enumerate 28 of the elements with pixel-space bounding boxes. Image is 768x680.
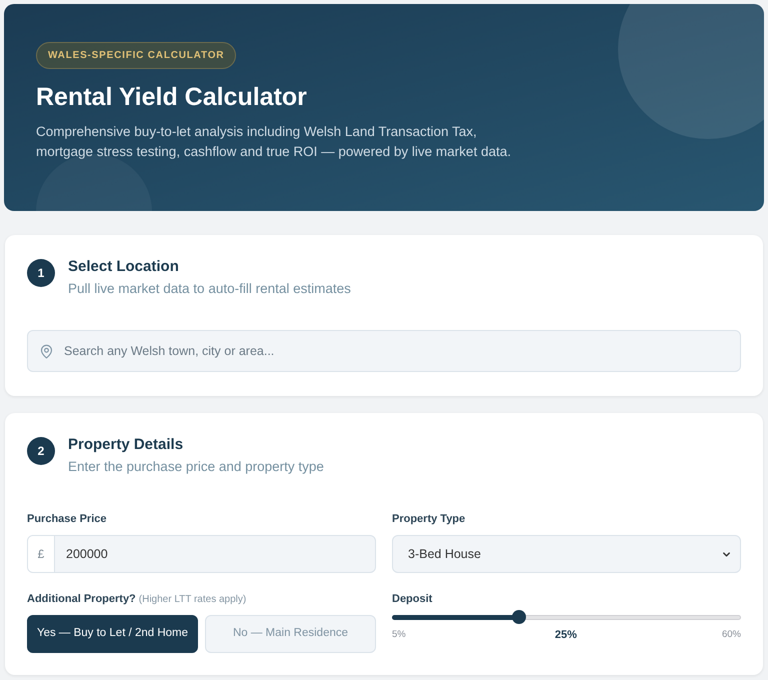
step-number-badge: 1 bbox=[27, 259, 55, 287]
deposit-slider-thumb[interactable] bbox=[512, 610, 526, 624]
location-search-field[interactable]: Search any Welsh town, city or area... bbox=[27, 330, 741, 372]
field-label: Property Type bbox=[392, 512, 466, 526]
step-subtitle: Enter the purchase price and property type bbox=[68, 458, 324, 476]
field-label: Deposit bbox=[392, 592, 432, 606]
field-note: (Higher LTT rates apply) bbox=[138, 593, 246, 607]
additional-property-option[interactable]: Yes — Buy to Let / 2nd Home bbox=[27, 615, 198, 653]
calculator-badge: WALES-SPECIFIC CALCULATOR bbox=[36, 42, 236, 69]
property-type-value: 3-Bed House bbox=[408, 546, 481, 563]
slider-max-label: 60% bbox=[722, 628, 741, 642]
slider-min-label: 5% bbox=[392, 628, 406, 642]
step-subtitle: Pull live market data to auto-fill rental estimates bbox=[68, 280, 351, 298]
field-label: Additional Property? bbox=[27, 592, 136, 606]
currency-prefix: £ bbox=[28, 536, 55, 572]
page-description: Comprehensive buy-to-let analysis including Welsh Land Transaction Tax, mortgage stress testing, cashflow and true ROI — powered by live market data. bbox=[36, 123, 512, 161]
purchase-price-value: 200000 bbox=[65, 546, 108, 563]
map-pin-icon bbox=[39, 344, 54, 358]
search-input[interactable]: Search any Welsh town, city or area... bbox=[64, 342, 729, 360]
step-title: Property Details bbox=[68, 435, 184, 455]
deposit-value: 25% bbox=[554, 628, 577, 643]
field-label: Purchase Price bbox=[27, 512, 106, 526]
step-number-badge: 2 bbox=[27, 437, 55, 465]
deposit-slider-track[interactable] bbox=[392, 610, 741, 624]
purchase-price-field[interactable]: £ 200000 bbox=[27, 535, 376, 573]
step-title: Select Location bbox=[68, 257, 179, 277]
property-type-select[interactable]: 3-Bed House bbox=[392, 535, 741, 573]
page-title: Rental Yield Calculator bbox=[36, 82, 307, 113]
